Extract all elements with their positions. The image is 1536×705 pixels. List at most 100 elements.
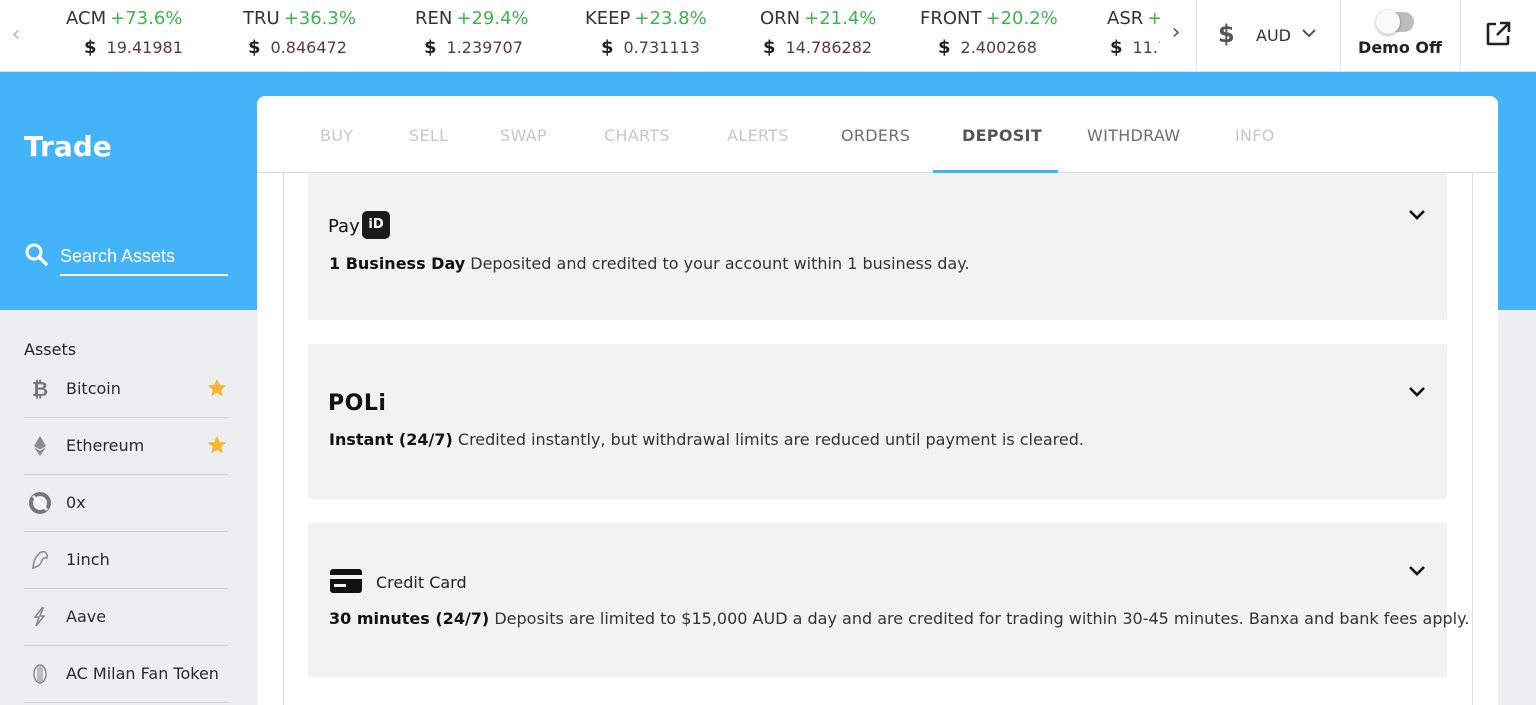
tab-swap[interactable]: SWAP — [500, 126, 547, 145]
tab-sell[interactable]: SELL — [409, 126, 448, 145]
chevron-right-icon[interactable]: › — [1166, 20, 1186, 46]
tab-charts[interactable]: CHARTS — [604, 126, 670, 145]
chevron-down-icon[interactable] — [1407, 382, 1427, 402]
chevron-down-icon[interactable] — [1407, 205, 1427, 225]
tab-bar: BUY SELL SWAP CHARTS ALERTS ORDERS DEPOS… — [257, 96, 1498, 173]
asset-name: 0x — [66, 493, 86, 512]
star-icon[interactable] — [206, 434, 228, 456]
bitcoin-icon: ₿ — [32, 377, 48, 401]
credit-card-icon — [330, 569, 362, 593]
ticker-price: 0.846472 — [270, 38, 347, 57]
ticker-price: 14.786282 — [785, 38, 873, 57]
ticker-change: +20.2% — [985, 8, 1058, 29]
ticker-price: 2.400268 — [960, 38, 1037, 57]
ticker-price: 11.7 — [1132, 38, 1160, 57]
currency-selector[interactable]: $ AUD — [1196, 0, 1340, 72]
ticker-symbol: TRU — [243, 8, 280, 29]
aave-icon — [33, 607, 46, 627]
dollar-icon: $ — [248, 37, 261, 58]
search-icon — [25, 243, 48, 266]
tab-buy[interactable]: BUY — [320, 126, 353, 145]
currency-code: AUD — [1256, 26, 1291, 45]
tab-deposit[interactable]: DEPOSIT — [962, 126, 1042, 145]
ticker-symbol: ACM — [66, 8, 107, 29]
deposit-method-credit-card[interactable]: Credit Card 30 minutes (24/7) Deposits a… — [308, 523, 1469, 677]
star-icon[interactable] — [206, 377, 228, 399]
chevron-down-icon[interactable] — [1407, 561, 1427, 581]
search-input[interactable] — [60, 238, 228, 276]
dollar-icon: $ — [1110, 37, 1123, 58]
ticker-symbol: REN — [415, 8, 453, 29]
deposit-timing: Instant (24/7) — [329, 430, 453, 449]
ticker-symbol: KEEP — [585, 8, 631, 29]
toggle-switch[interactable] — [1376, 10, 1414, 34]
tab-alerts[interactable]: ALERTS — [727, 126, 789, 145]
ticker-change: +21.4% — [804, 8, 877, 29]
asset-item-aave[interactable]: Aave — [24, 589, 228, 646]
asset-item-ac-milan[interactable]: AC Milan Fan Token — [24, 646, 228, 703]
deposit-method-description: Instant (24/7) Credited instantly, but w… — [329, 430, 1084, 449]
toggle-knob — [1376, 10, 1400, 34]
trade-panel: BUY SELL SWAP CHARTS ALERTS ORDERS DEPOS… — [257, 96, 1498, 705]
ticker-change: +29.4% — [456, 8, 529, 29]
chevron-down-icon — [1302, 29, 1316, 38]
dollar-icon: $ — [424, 37, 437, 58]
dollar-icon: $ — [1218, 20, 1235, 48]
asset-item-1inch[interactable]: 1inch — [24, 532, 228, 589]
dollar-icon: $ — [601, 37, 614, 58]
deposit-details: Credited instantly, but withdrawal limit… — [457, 430, 1084, 449]
deposit-details: Deposits are limited to $15,000 AUD a da… — [494, 609, 1470, 628]
asset-name: AC Milan Fan Token — [66, 664, 219, 683]
external-link-button[interactable] — [1460, 0, 1536, 72]
asset-name: Bitcoin — [66, 379, 121, 398]
deposit-method-poli[interactable]: POLi Instant (24/7) Credited instantly, … — [308, 344, 1447, 499]
poli-logo: POLi — [328, 391, 387, 416]
tab-orders[interactable]: ORDERS — [841, 126, 910, 145]
payid-logo-text: Pay — [328, 216, 360, 237]
deposit-timing: 30 minutes (24/7) — [329, 609, 490, 628]
price-ticker-bar: ‹ ACM +73.6% $19.41981 TRU +36.3% $0.84647… — [0, 0, 1536, 72]
demo-toggle[interactable]: Demo Off — [1340, 0, 1460, 72]
tab-info[interactable]: INFO — [1235, 126, 1275, 145]
deposit-timing: 1 Business Day — [329, 254, 466, 273]
asset-list: ₿ Bitcoin Ethereum 0x 1inch Aave AC Mila… — [24, 361, 228, 703]
page-title: Trade — [24, 130, 112, 163]
ticker-change: + — [1147, 8, 1160, 29]
ticker-strip: ACM +73.6% $19.41981 TRU +36.3% $0.846472 … — [30, 0, 1160, 72]
deposit-methods: Pay iD 1 Business Day Deposited and cred… — [283, 173, 1473, 705]
asset-item-ethereum[interactable]: Ethereum — [24, 418, 228, 475]
demo-label: Demo Off — [1358, 38, 1442, 57]
asset-item-bitcoin[interactable]: ₿ Bitcoin — [24, 361, 228, 418]
ticker-price: 1.239707 — [446, 38, 523, 57]
dollar-icon: $ — [84, 37, 97, 58]
external-link-icon — [1486, 21, 1511, 46]
chevron-left-icon[interactable]: ‹ — [6, 22, 26, 48]
ticker-change: +36.3% — [283, 8, 356, 29]
asset-name: 1inch — [66, 550, 110, 569]
ticker-symbol: FRONT — [920, 8, 982, 29]
deposit-method-label: Credit Card — [376, 573, 467, 592]
ticker-symbol: ORN — [760, 8, 801, 29]
ticker-price: 0.731113 — [623, 38, 700, 57]
deposit-details: Deposited and credited to your account w… — [470, 254, 970, 273]
asset-name: Aave — [66, 607, 107, 626]
acm-token-icon — [33, 664, 47, 684]
asset-name: Ethereum — [66, 436, 145, 455]
deposit-method-description: 30 minutes (24/7) Deposits are limited t… — [329, 609, 1469, 628]
deposit-method-payid[interactable]: Pay iD 1 Business Day Deposited and cred… — [308, 173, 1447, 320]
ticker-change: +23.8% — [634, 8, 707, 29]
ticker-change: +73.6% — [110, 8, 183, 29]
ticker-price: 19.41981 — [106, 38, 183, 57]
ticker-symbol: ASR — [1107, 8, 1144, 29]
dollar-icon: $ — [763, 37, 776, 58]
ethereum-icon — [34, 436, 46, 456]
asset-item-0x[interactable]: 0x — [24, 475, 228, 532]
svg-text:₿: ₿ — [32, 377, 48, 401]
1inch-icon — [32, 551, 48, 570]
tab-withdraw[interactable]: WITHDRAW — [1087, 126, 1180, 145]
dollar-icon: $ — [938, 37, 951, 58]
zrx-icon — [29, 492, 51, 514]
asset-search — [24, 238, 228, 278]
assets-heading: Assets — [24, 340, 77, 359]
deposit-method-description: 1 Business Day Deposited and credited to… — [329, 254, 970, 273]
